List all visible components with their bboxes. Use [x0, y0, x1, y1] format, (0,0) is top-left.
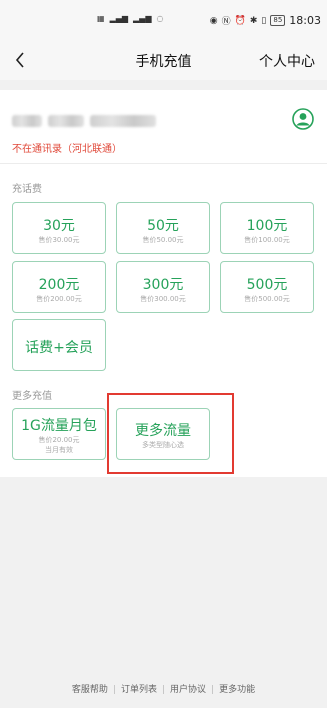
footer-separator: | — [112, 685, 116, 695]
sim-signal-icon: ▦ — [97, 14, 105, 23]
footer-link-orders[interactable]: 订单列表 — [121, 685, 157, 695]
recharge-option-300[interactable]: 300元 售价300.00元 — [116, 261, 210, 313]
option-price: 售价100.00元 — [244, 236, 290, 244]
status-time: 18:03 — [289, 14, 321, 27]
recharge-option-30[interactable]: 30元 售价30.00元 — [12, 202, 106, 254]
divider — [0, 163, 327, 164]
option-price: 售价200.00元 — [36, 295, 82, 303]
vibrate-icon: ▯ — [261, 15, 267, 26]
option-amount: 200元 — [38, 277, 80, 293]
recharge-option-100[interactable]: 100元 售价100.00元 — [220, 202, 314, 254]
data-pack-validity: 当月有效 — [45, 446, 73, 454]
option-price: 售价50.00元 — [142, 236, 184, 244]
user-circle-icon[interactable] — [292, 108, 314, 130]
option-amount: 300元 — [142, 277, 184, 293]
contact-status-note: 不在通讯录（河北联通） — [12, 144, 122, 155]
option-amount: 500元 — [246, 277, 288, 293]
eye-icon: ◉ — [209, 15, 218, 26]
data-pack-title: 1G流量月包 — [21, 418, 97, 434]
option-price: 售价500.00元 — [244, 295, 290, 303]
footer-link-agreement[interactable]: 用户协议 — [170, 685, 206, 695]
recharge-option-200[interactable]: 200元 售价200.00元 — [12, 261, 106, 313]
annotation-highlight-box — [107, 393, 234, 474]
footer-link-help[interactable]: 客服帮助 — [72, 685, 108, 695]
option-amount: 50元 — [147, 218, 179, 234]
sync-icon: ◌ — [156, 14, 164, 23]
recharge-option-50[interactable]: 50元 售价50.00元 — [116, 202, 210, 254]
alarm-icon: ⏰ — [234, 15, 246, 26]
combo-member-option[interactable]: 话费+会员 — [12, 319, 106, 371]
signal-icon: ▂▄▆ — [109, 14, 129, 23]
bluetooth-icon: ✱ — [249, 15, 258, 26]
footer-links: 客服帮助 | 订单列表 | 用户协议 | 更多功能 — [0, 682, 327, 695]
data-pack-option[interactable]: 1G流量月包 售价20.00元 当月有效 — [12, 408, 106, 460]
battery-icon: 85 — [270, 15, 286, 26]
option-price: 售价300.00元 — [140, 295, 186, 303]
nfc-icon: Ⓝ — [221, 17, 231, 27]
phone-number-redacted — [12, 112, 162, 130]
status-left-indicators: ▦ ▂▄▆ ▂▄▆ ◌ — [97, 14, 163, 23]
recharge-option-500[interactable]: 500元 售价500.00元 — [220, 261, 314, 313]
footer-separator: | — [161, 685, 166, 695]
option-amount: 30元 — [43, 218, 75, 234]
recharge-section-label: 充话费 — [12, 184, 42, 195]
signal-icon-2: ▂▄▆ — [133, 14, 152, 23]
more-recharge-label: 更多充值 — [12, 391, 52, 402]
status-right-indicators: ◉ Ⓝ ⏰ ✱ ▯ 85 18:03 — [210, 14, 321, 27]
status-bar: ▦ ▂▄▆ ▂▄▆ ◌ ◉ Ⓝ ⏰ ✱ ▯ 85 18:03 — [0, 0, 327, 40]
option-price: 售价30.00元 — [38, 236, 80, 244]
nav-bar: 手机充值 个人中心 — [0, 40, 327, 80]
footer-link-more[interactable]: 更多功能 — [219, 685, 255, 695]
combo-label: 话费+会员 — [25, 340, 93, 356]
data-pack-price: 售价20.00元 — [38, 436, 80, 444]
personal-center-link[interactable]: 个人中心 — [259, 51, 315, 71]
footer-separator: | — [211, 685, 215, 695]
option-amount: 100元 — [246, 218, 288, 234]
